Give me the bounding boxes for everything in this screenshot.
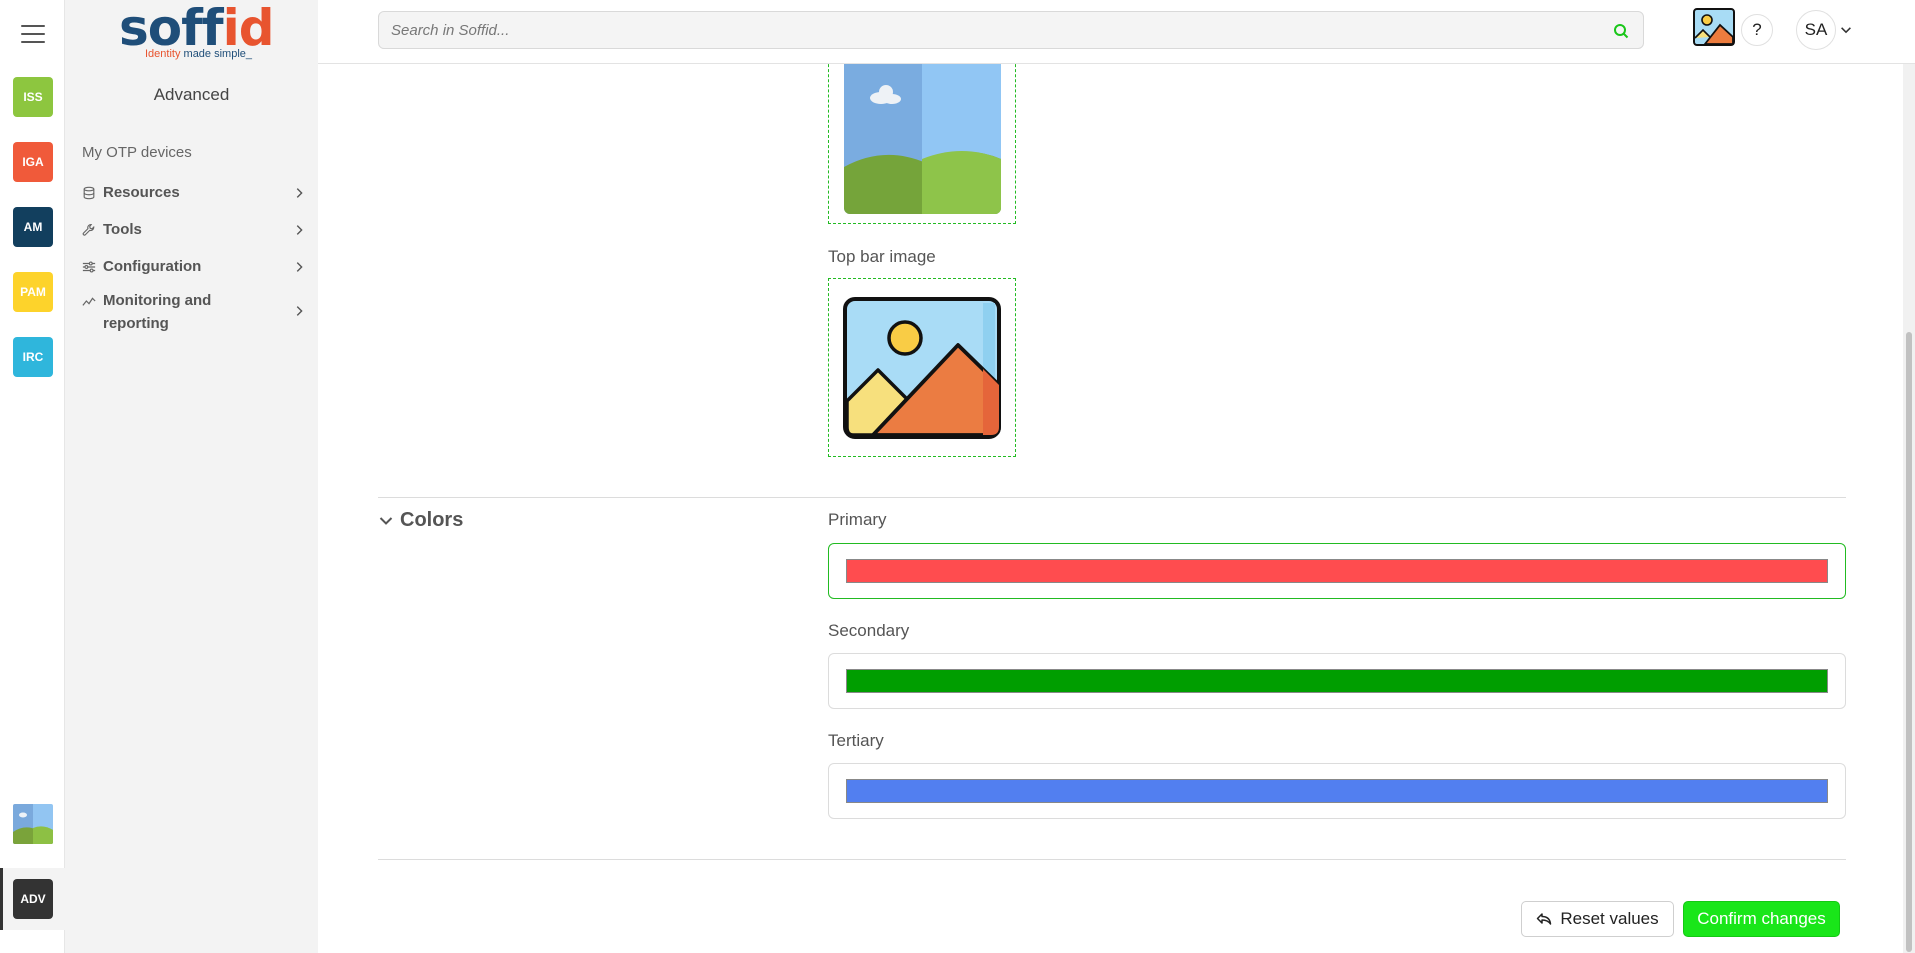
reset-values-label: Reset values [1560,909,1659,928]
secondary-color-input[interactable] [828,653,1846,709]
app-button-pam[interactable]: PAM [13,272,53,312]
secondary-color-swatch [846,669,1828,693]
section-divider [378,497,1846,498]
app-button-iga[interactable]: IGA [13,142,53,182]
active-app-indicator: ADV [0,868,65,930]
background-image-upload[interactable] [828,64,1016,224]
sliders-icon [82,261,96,272]
chevron-right-icon [296,187,303,198]
primary-color-input[interactable] [828,543,1846,599]
sidebar-item-resources[interactable]: Resources [65,174,318,211]
sidebar: soffid Identity made simple_ Advanced My… [65,0,318,953]
confirm-changes-label: Confirm changes [1697,909,1826,928]
search-box [378,11,1644,49]
chevron-right-icon [296,261,303,272]
logo-tag-b: made simple_ [183,48,253,60]
sidebar-item-label: Resources [103,184,180,201]
search-input[interactable] [379,12,1579,48]
tertiary-color-input[interactable] [828,763,1846,819]
sidebar-item-configuration[interactable]: Configuration [65,248,318,285]
secondary-color-label: Secondary [828,621,910,640]
database-icon [83,186,95,199]
app-button-irc[interactable]: IRC [13,337,53,377]
section-divider [378,859,1846,860]
app-button-iss[interactable]: ISS [13,77,53,117]
landscape-thumbnail-icon[interactable] [13,804,53,844]
menu-toggle-icon[interactable] [21,25,45,43]
sidebar-item-my-otp-devices[interactable]: My OTP devices [65,140,318,164]
reset-values-button[interactable]: Reset values [1521,901,1674,937]
sidebar-item-monitoring-and-reporting[interactable]: Monitoring and reporting [65,285,318,337]
landscape-image-icon [844,64,1001,214]
scrollbar[interactable] [1903,64,1915,953]
user-avatar[interactable]: SA [1796,10,1836,50]
top-bar-image-upload[interactable] [828,278,1016,457]
logo-tag-a: Identity [145,48,184,60]
colors-section-toggle[interactable]: Colors [378,509,463,532]
help-button[interactable]: ? [1741,14,1773,46]
tertiary-color-label: Tertiary [828,731,884,750]
app-rail: ISS IGA AM PAM IRC ADV [0,0,65,953]
image-placeholder-icon [843,297,1001,439]
reply-arrow-icon [1537,913,1552,925]
scrollbar-thumb[interactable] [1906,332,1912,952]
app-button-am[interactable]: AM [13,207,53,247]
tertiary-color-swatch [846,779,1828,803]
sidebar-item-tools[interactable]: Tools [65,211,318,248]
soffid-logo[interactable]: soffid Identity made simple_ [119,0,275,66]
chart-line-icon [82,297,96,306]
sidebar-menu: My OTP devices Resources Tools Configura… [65,140,318,337]
app-button-adv[interactable]: ADV [13,879,53,919]
chevron-right-icon [296,306,303,316]
sidebar-item-label: My OTP devices [82,143,192,161]
sidebar-section-title: Advanced [153,85,230,104]
sidebar-item-label: Monitoring and reporting [103,292,212,332]
primary-color-swatch [846,559,1828,583]
search-icon[interactable] [1613,23,1629,39]
top-bar: ? SA [318,0,1915,64]
chevron-down-icon[interactable] [1839,23,1853,37]
sidebar-item-label: Configuration [103,258,202,275]
chevron-right-icon [296,224,303,235]
sidebar-item-label: Tools [103,221,142,238]
image-placeholder-icon[interactable] [1693,8,1735,46]
top-bar-image-label: Top bar image [828,247,936,266]
wrench-icon [82,223,95,236]
main-content: Top bar image Colors Primary Secondary T… [318,64,1903,953]
chevron-down-icon [379,516,393,525]
confirm-changes-button[interactable]: Confirm changes [1683,901,1840,937]
primary-color-label: Primary [828,510,887,529]
colors-section-title: Colors [400,509,464,531]
